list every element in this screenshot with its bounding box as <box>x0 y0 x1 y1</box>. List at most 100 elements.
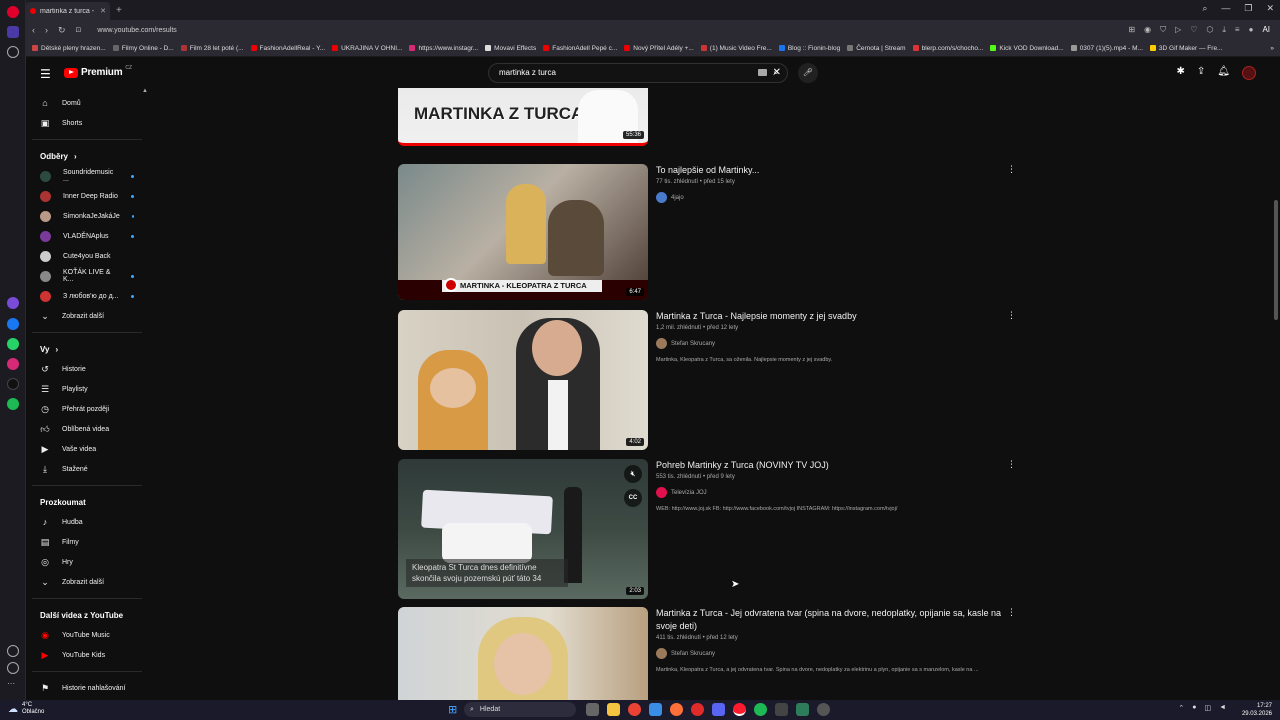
more-options-icon[interactable]: ⋮ <box>1007 459 1016 470</box>
chevron-up-icon[interactable]: ⌃ <box>1178 704 1184 712</box>
messenger-icon[interactable] <box>7 318 19 330</box>
sidebar-item-games[interactable]: ◎ Hry <box>26 552 148 572</box>
camera-icon[interactable]: ◉ <box>1144 25 1151 35</box>
more-options-icon[interactable]: ⋮ <box>1007 607 1016 618</box>
discord-icon[interactable] <box>712 703 725 716</box>
sidebar-scroll-up-icon[interactable]: ▲ <box>142 88 148 94</box>
avatar[interactable] <box>1242 66 1256 80</box>
task-view-icon[interactable] <box>586 703 599 716</box>
video-result[interactable]: Martinka z Turca - Jej odvratena tvar (s… <box>398 607 1028 700</box>
bookmark-item[interactable]: UKRAJINA V OHNI... <box>332 45 402 52</box>
channel-link[interactable]: Televízia JOJ <box>656 487 1016 498</box>
video-title[interactable]: To najlepšie od Martinky... <box>656 164 1016 177</box>
show-more-explore[interactable]: ⌄ Zobrazit další <box>26 572 148 592</box>
weather-widget[interactable]: ☁ 4°C Oblačno <box>8 702 44 716</box>
page-scrollbar[interactable] <box>1274 200 1278 320</box>
sidebar-item-films[interactable]: ▤ Filmy <box>26 532 148 552</box>
snapshot-icon[interactable]: ⊞ <box>1128 25 1135 35</box>
channel-link[interactable]: Stefan Skrucany <box>656 338 1016 349</box>
shield-icon[interactable]: ⛉ <box>1160 25 1166 35</box>
more-bookmarks-icon[interactable]: » <box>1270 45 1274 52</box>
bookmark-item[interactable]: FashionAdell Pepé c... <box>543 45 617 52</box>
tiktok-icon[interactable] <box>7 378 19 390</box>
minimize-button[interactable]: — <box>1221 3 1230 14</box>
sidebar-item-youtube-music[interactable]: ◉ YouTube Music <box>26 625 148 645</box>
sidebar-item-watch-later[interactable]: ◷ Přehrát později <box>26 399 148 419</box>
bookmark-item[interactable]: Kick VOD Download... <box>990 45 1064 52</box>
bookmark-item[interactable]: Černota | Stream <box>847 45 906 52</box>
video-result[interactable]: 4:02 Martinka z Turca - Najlepsie moment… <box>398 310 1028 452</box>
search-button[interactable]: ⌕ <box>764 63 788 83</box>
voice-search-button[interactable]: 🎤︎ <box>798 63 818 83</box>
reload-button[interactable]: ↻ <box>58 25 66 36</box>
star-icon[interactable] <box>7 46 19 58</box>
network-icon[interactable]: ◫ <box>1204 704 1211 712</box>
start-icon[interactable]: ⊞ <box>448 703 457 716</box>
sidebar-item-music[interactable]: ♪ Hudba <box>26 512 148 532</box>
aria-icon[interactable] <box>7 297 19 309</box>
maximize-button[interactable]: ❐ <box>1244 3 1252 14</box>
sidebar-item-report-history[interactable]: ⚑ Historie nahlašování <box>26 678 148 698</box>
bookmark-item[interactable]: Film 28 let poté (... <box>180 45 244 52</box>
channel-link[interactable]: 4jajo <box>656 192 1016 203</box>
whatsapp-icon[interactable] <box>7 338 19 350</box>
search-input[interactable]: martinka z turca ✕ <box>488 63 788 83</box>
menu-icon[interactable]: ☰ <box>40 67 51 81</box>
upload-icon[interactable]: ⇪ <box>1197 66 1205 80</box>
video-title[interactable]: Martinka z Turca - Najlepsie momenty z j… <box>656 310 1016 323</box>
app-icon[interactable] <box>775 703 788 716</box>
video-thumbnail[interactable]: MARTINKA - KLEOPATRA Z TURCA 6:47 <box>398 164 648 300</box>
ai-icon[interactable]: AI <box>1262 25 1270 35</box>
subscription-item[interactable]: VLADĚNAplus <box>26 226 148 246</box>
subscription-item[interactable]: Cute4you Back <box>26 246 148 266</box>
show-more-subscriptions[interactable]: ⌄ Zobrazit další <box>26 306 148 326</box>
sidebar-item-liked[interactable]: 👍︎ Oblíbená videa <box>26 419 148 439</box>
heart-icon[interactable]: ♡ <box>1190 25 1197 35</box>
captions-icon[interactable]: CC <box>624 489 642 507</box>
subscription-item[interactable]: З любов'ю до д... <box>26 286 148 306</box>
close-tab-icon[interactable]: ✕ <box>100 7 106 15</box>
instagram-icon[interactable] <box>7 358 19 370</box>
opera-logo-icon[interactable] <box>7 6 19 18</box>
video-title[interactable]: Martinka z Turca - Jej odvratena tvar (s… <box>656 607 1016 633</box>
mute-icon[interactable]: 🔇︎ <box>624 465 642 483</box>
you-heading[interactable]: Vy › <box>26 339 148 359</box>
bookmark-item[interactable]: Blog :: Fionin-blog <box>778 45 840 52</box>
sidebar-item-youtube-kids[interactable]: ▶ YouTube Kids <box>26 645 148 665</box>
video-thumbnail[interactable]: MARTINKA Z TURCA 55:36 <box>398 88 648 146</box>
history-icon[interactable] <box>7 662 19 674</box>
microphone-icon[interactable]: ● <box>1192 704 1196 712</box>
sidebar-item-downloads[interactable]: ⤓ Stažené <box>26 459 148 479</box>
opera-gx-icon[interactable] <box>691 703 704 716</box>
player-icon[interactable]: ▷ <box>1175 25 1181 35</box>
firefox-icon[interactable] <box>670 703 683 716</box>
back-button[interactable]: ‹ <box>32 25 35 35</box>
spotify-icon[interactable] <box>754 703 767 716</box>
video-thumbnail[interactable]: 4:02 <box>398 310 648 450</box>
tab-youtube[interactable]: martinka z turca - YouTub ✕ <box>26 2 110 20</box>
profile-icon[interactable]: ● <box>1249 25 1254 35</box>
more-icon[interactable]: ⋯ <box>7 680 19 692</box>
settings-icon[interactable] <box>817 703 830 716</box>
taskbar-search[interactable]: ⌕ Hledat <box>464 702 576 717</box>
subscriptions-heading[interactable]: Odběry › <box>26 146 148 166</box>
bookmark-item[interactable]: 3D Gif Maker — Fre... <box>1149 45 1222 52</box>
site-info-icon[interactable]: ⊡ <box>76 26 82 34</box>
opera-icon[interactable] <box>733 703 746 716</box>
channel-link[interactable]: Stefan Skrucany <box>656 648 1016 659</box>
forward-button[interactable]: › <box>45 25 48 35</box>
bookmark-item[interactable]: FashionAdellReal - Y... <box>250 45 325 52</box>
video-result[interactable]: Kleopatra St Turca dnes definitívne skon… <box>398 459 1028 601</box>
chrome-icon[interactable] <box>628 703 641 716</box>
video-thumbnail[interactable] <box>398 607 648 700</box>
heart-icon[interactable] <box>7 645 19 657</box>
bookmark-item[interactable]: https://www.instagr... <box>409 45 478 52</box>
video-result[interactable]: MARTINKA - KLEOPATRA Z TURCA 6:47 To naj… <box>398 164 1028 304</box>
search-tabs-icon[interactable]: ⌕ <box>1202 3 1207 14</box>
video-title[interactable]: Pohreb Martinky z Turca (NOVINY TV JOJ) <box>656 459 1016 472</box>
subscription-item[interactable]: Inner Deep Radio <box>26 186 148 206</box>
video-result[interactable]: MARTINKA Z TURCA 55:36 <box>398 88 1028 152</box>
sidebar-item-shorts[interactable]: ▣ Shorts <box>26 113 148 133</box>
bookmark-item[interactable]: (1) Music Video Fre... <box>700 45 772 52</box>
url-field[interactable]: www.youtube.com/results <box>97 27 176 34</box>
